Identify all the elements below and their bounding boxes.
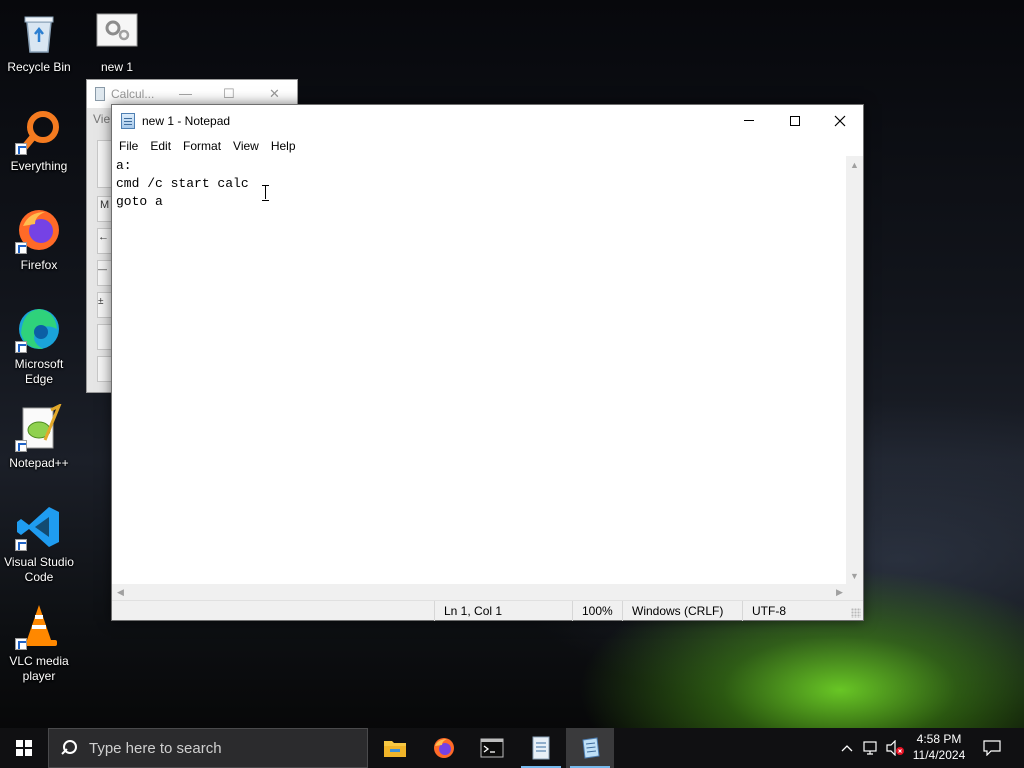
windows-logo-icon bbox=[16, 740, 32, 756]
status-zoom: 100% bbox=[572, 601, 622, 621]
maximize-button[interactable] bbox=[772, 105, 818, 136]
scrollbar-corner bbox=[846, 584, 863, 601]
taskbar-command-prompt[interactable] bbox=[468, 728, 516, 768]
text-editor[interactable]: a: cmd /c start calc goto a bbox=[112, 156, 848, 584]
desktop-icon-recycle-bin[interactable]: Recycle Bin bbox=[1, 8, 77, 75]
menu-help[interactable]: Help bbox=[265, 136, 302, 156]
chevron-up-icon bbox=[841, 745, 853, 752]
vlc-cone-icon bbox=[15, 602, 63, 650]
close-button[interactable] bbox=[817, 105, 863, 136]
minimize-icon[interactable]: — bbox=[179, 86, 192, 101]
minimize-button[interactable] bbox=[726, 105, 772, 136]
desktop-icon-notepad-plus-plus[interactable]: Notepad++ bbox=[1, 402, 77, 471]
shortcut-arrow-icon bbox=[15, 341, 27, 353]
everything-search-icon bbox=[15, 107, 63, 155]
clock-time: 4:58 PM bbox=[916, 732, 962, 746]
desktop-icon-label: Everything bbox=[10, 159, 68, 173]
shortcut-arrow-icon bbox=[15, 539, 27, 551]
shortcut-arrow-icon bbox=[15, 143, 27, 155]
close-icon[interactable]: ✕ bbox=[269, 86, 280, 102]
menu-file[interactable]: File bbox=[113, 136, 144, 156]
desktop-icon-new-1[interactable]: new 1 bbox=[79, 8, 155, 75]
scroll-left-icon[interactable]: ◀ bbox=[112, 584, 129, 601]
desktop-icon-microsoft-edge[interactable]: Microsoft Edge bbox=[1, 305, 77, 387]
notification-icon bbox=[983, 740, 1001, 756]
notepad-window[interactable]: new 1 - Notepad File Edit Format View He… bbox=[111, 104, 864, 621]
folder-icon bbox=[384, 741, 406, 757]
search-placeholder: Type here to search bbox=[89, 739, 222, 757]
maximize-icon[interactable]: ☐ bbox=[223, 86, 235, 102]
desktop-icon-label: Recycle Bin bbox=[7, 60, 71, 74]
action-center-button[interactable] bbox=[978, 728, 1006, 768]
volume-tray-button[interactable] bbox=[884, 728, 906, 768]
calculator-button-label: M bbox=[100, 199, 110, 211]
desktop-icon-label: Visual Studio Code bbox=[4, 555, 74, 584]
settings-file-icon bbox=[93, 8, 141, 56]
firefox-icon bbox=[434, 738, 454, 758]
desktop-icon-vscode[interactable]: Visual Studio Code bbox=[1, 503, 77, 585]
start-button[interactable] bbox=[0, 728, 48, 768]
taskbar-notepad-plus-plus[interactable] bbox=[517, 728, 565, 768]
recycle-bin-icon bbox=[15, 8, 63, 56]
window-title: new 1 - Notepad bbox=[142, 113, 231, 128]
notepad-icon bbox=[582, 737, 600, 759]
notepad-titlebar[interactable]: new 1 - Notepad bbox=[112, 105, 863, 136]
resize-grip-icon[interactable] bbox=[851, 608, 861, 618]
calculator-title: Calcul... bbox=[111, 87, 155, 101]
desktop-icon-firefox[interactable]: Firefox bbox=[1, 206, 77, 273]
shortcut-arrow-icon bbox=[15, 242, 27, 254]
calculator-view-menu[interactable]: Vie bbox=[93, 112, 110, 126]
taskbar-search-box[interactable]: Type here to search bbox=[48, 728, 368, 768]
edge-icon bbox=[15, 305, 63, 353]
volume-muted-icon bbox=[886, 740, 904, 756]
menu-format[interactable]: Format bbox=[177, 136, 227, 156]
calculator-button-label: ± bbox=[98, 296, 104, 307]
taskbar-firefox[interactable] bbox=[420, 728, 468, 768]
show-hidden-icons-button[interactable] bbox=[838, 728, 856, 768]
status-encoding: UTF-8 bbox=[742, 601, 842, 621]
shortcut-arrow-icon bbox=[15, 440, 27, 452]
vscode-icon bbox=[15, 503, 63, 551]
scroll-down-icon[interactable]: ▼ bbox=[846, 567, 863, 584]
minimize-icon bbox=[744, 120, 754, 121]
status-cursor-position: Ln 1, Col 1 bbox=[434, 601, 572, 621]
notepad-app-icon bbox=[121, 112, 135, 129]
network-icon bbox=[863, 741, 877, 755]
terminal-icon bbox=[480, 738, 504, 758]
taskbar-clock[interactable]: 4:58 PM 11/4/2024 bbox=[906, 728, 972, 768]
desktop-icon-label: Microsoft Edge bbox=[14, 357, 64, 386]
notepad-plus-plus-icon bbox=[15, 402, 63, 452]
desktop-icon-label: Notepad++ bbox=[9, 456, 69, 470]
taskbar-notepad[interactable] bbox=[566, 728, 614, 768]
calculator-button-label: — bbox=[98, 264, 107, 274]
clock-date: 11/4/2024 bbox=[912, 748, 966, 762]
close-icon bbox=[834, 115, 846, 126]
text-cursor-icon bbox=[262, 185, 270, 201]
calculator-app-icon bbox=[95, 87, 105, 101]
scroll-up-icon[interactable]: ▲ bbox=[846, 156, 863, 173]
desktop-icon-vlc[interactable]: VLC media player bbox=[1, 602, 77, 684]
vertical-scrollbar[interactable]: ▲ ▼ bbox=[846, 156, 863, 584]
shortcut-arrow-icon bbox=[15, 638, 27, 650]
network-tray-button[interactable] bbox=[860, 728, 882, 768]
desktop-icon-label: Firefox bbox=[20, 258, 58, 272]
menu-edit[interactable]: Edit bbox=[144, 136, 177, 156]
status-bar: Ln 1, Col 1 100% Windows (CRLF) UTF-8 bbox=[112, 600, 863, 621]
desktop-icon-label: new 1 bbox=[100, 60, 134, 74]
menu-view[interactable]: View bbox=[227, 136, 265, 156]
firefox-icon bbox=[15, 206, 63, 254]
search-icon bbox=[61, 740, 77, 756]
taskbar: Type here to search 4:58 PM 11/4/2024 bbox=[0, 728, 1024, 768]
desktop-icon-label: VLC media player bbox=[9, 654, 69, 683]
status-line-ending: Windows (CRLF) bbox=[622, 601, 742, 621]
menu-bar: File Edit Format View Help bbox=[112, 136, 863, 156]
horizontal-scrollbar[interactable]: ◀ ▶ bbox=[112, 584, 848, 601]
maximize-icon bbox=[790, 115, 800, 126]
taskbar-file-explorer[interactable] bbox=[371, 728, 419, 768]
calculator-button-label: ← bbox=[98, 231, 109, 243]
notepad-plus-plus-icon bbox=[532, 736, 550, 760]
desktop-icon-everything[interactable]: Everything bbox=[1, 107, 77, 174]
